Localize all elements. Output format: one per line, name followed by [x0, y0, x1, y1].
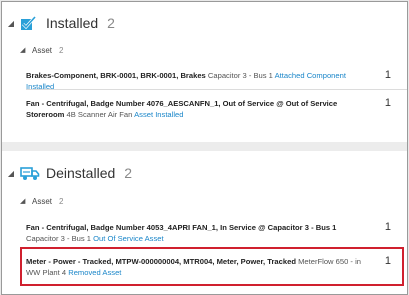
item-quantity: 1 [384, 69, 391, 81]
installed-section-header[interactable]: ◢ Installed 2 [2, 10, 115, 36]
group-count: 2 [59, 45, 64, 55]
section-title: Deinstalled [46, 165, 116, 181]
section-count: 2 [107, 15, 115, 31]
installed-asset-group-header[interactable]: ◢ Asset 2 [2, 41, 63, 59]
item-quantity: 1 [384, 97, 391, 109]
list-item[interactable]: Fan - Centrifugal, Badge Number 4076_AES… [26, 98, 395, 120]
section-separator [2, 142, 407, 151]
item-location: 4B Scanner Air Fan [66, 110, 133, 119]
caret-down-icon[interactable]: ◢ [20, 197, 28, 205]
caret-down-icon[interactable]: ◢ [6, 19, 16, 28]
deinstalled-section-header[interactable]: ◢ Deinstalled 2 [2, 160, 132, 186]
item-quantity: 1 [384, 221, 391, 233]
item-location: Capacitor 3 - Bus 1 [207, 71, 273, 80]
truck-icon [20, 165, 40, 181]
deinstalled-asset-group-header[interactable]: ◢ Asset 2 [2, 192, 63, 210]
item-status-link[interactable]: Out Of Service Asset [93, 234, 163, 243]
item-name[interactable]: Brakes-Component, BRK-0001, BRK-0001, Br… [26, 71, 206, 80]
check-box-icon [20, 15, 40, 31]
group-count: 2 [59, 196, 64, 206]
group-label: Asset [32, 45, 53, 55]
list-item[interactable]: Fan - Centrifugal, Badge Number 4053_4AP… [26, 222, 395, 244]
section-title: Installed [46, 15, 99, 31]
item-location: Capacitor 3 - Bus 1 [26, 234, 91, 243]
highlight-box [20, 247, 404, 286]
item-name[interactable]: Fan - Centrifugal, Badge Number 4053_4AP… [26, 223, 336, 232]
item-status-link[interactable]: Asset Installed [134, 110, 183, 119]
section-count: 2 [124, 165, 133, 181]
results-panel: ◢ Installed 2 ◢ Asset 2 Brakes-Component… [1, 1, 408, 295]
caret-down-icon[interactable]: ◢ [20, 46, 28, 54]
divider [26, 89, 407, 90]
group-label: Asset [32, 196, 53, 206]
caret-down-icon[interactable]: ◢ [6, 169, 16, 178]
